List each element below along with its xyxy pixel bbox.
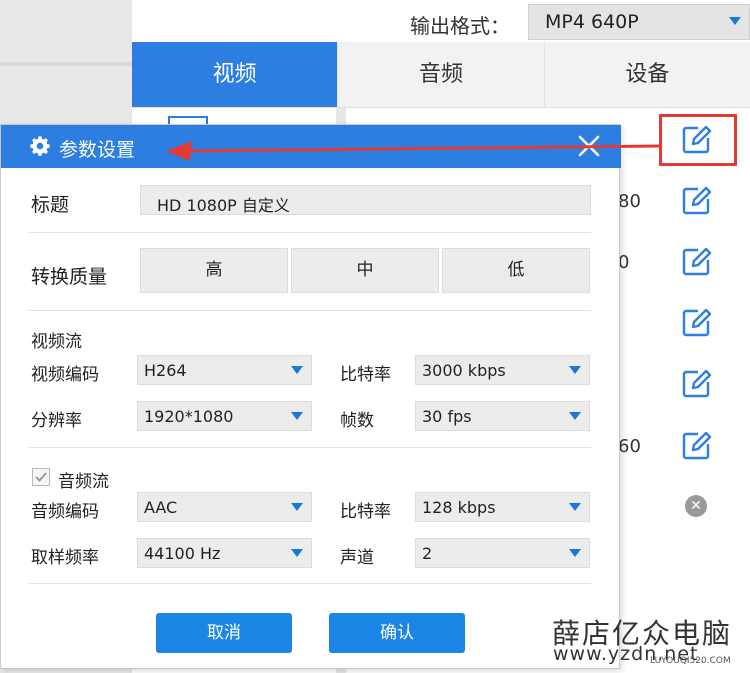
divider <box>29 447 591 448</box>
title-input-value: HD 1080P 自定义 <box>157 196 290 215</box>
channels-select[interactable]: 2 <box>415 538 590 568</box>
fps-select[interactable]: 30 fps <box>415 401 590 431</box>
channels-value: 2 <box>422 544 433 563</box>
edit-icon <box>682 431 712 460</box>
video-codec-value: H264 <box>144 361 187 380</box>
audio-bitrate-label: 比特率 <box>340 502 391 522</box>
audio-bitrate-select[interactable]: 128 kbps <box>415 492 590 522</box>
dropdown-arrow-icon <box>569 412 581 420</box>
quality-label: 转换质量 <box>31 266 108 288</box>
output-format-select[interactable]: MP4 640P <box>528 4 750 40</box>
dialog-title: 参数设置 <box>59 139 136 161</box>
video-bitrate-value: 3000 kbps <box>422 361 506 380</box>
dropdown-arrow-icon <box>729 17 741 25</box>
audio-stream-heading: 音频流 <box>58 472 109 492</box>
channels-label: 声道 <box>340 548 374 568</box>
tab-video[interactable]: 视频 <box>132 42 338 107</box>
edit-preset-button[interactable] <box>680 307 712 339</box>
confirm-button[interactable]: 确认 <box>329 613 465 653</box>
title-input[interactable]: HD 1080P 自定义 <box>140 185 591 215</box>
check-icon <box>35 472 47 482</box>
edit-icon <box>682 308 712 337</box>
output-format-label: 输出格式： <box>410 14 510 38</box>
watermark-small: LUYOUQI520.COM <box>650 656 731 666</box>
quality-high-button[interactable]: 高 <box>140 248 288 293</box>
audio-codec-value: AAC <box>144 498 178 517</box>
sample-rate-value: 44100 Hz <box>144 544 221 563</box>
remove-preset-button[interactable]: ✕ <box>685 495 707 517</box>
edit-preset-button[interactable] <box>680 246 712 278</box>
tab-audio[interactable]: 音频 <box>337 42 543 107</box>
edit-preset-button[interactable] <box>680 368 712 400</box>
dropdown-arrow-icon <box>291 412 303 420</box>
video-codec-label: 视频编码 <box>31 365 99 385</box>
edit-preset-button[interactable] <box>680 185 712 217</box>
video-stream-heading: 视频流 <box>31 332 82 352</box>
output-format-value: MP4 640P <box>545 11 639 33</box>
gear-icon <box>30 136 50 156</box>
title-label: 标题 <box>31 194 70 216</box>
annotation-arrow <box>166 141 662 161</box>
audio-stream-checkbox[interactable] <box>32 468 50 486</box>
divider <box>29 310 591 311</box>
dropdown-arrow-icon <box>569 549 581 557</box>
category-tabs: 视频 音频 设备 <box>132 42 750 108</box>
sample-rate-label: 取样频率 <box>31 548 99 568</box>
dropdown-arrow-icon <box>291 366 303 374</box>
edit-icon <box>682 247 712 276</box>
dropdown-arrow-icon <box>291 503 303 511</box>
quality-low-button[interactable]: 低 <box>442 248 590 293</box>
highlight-annotation-box <box>659 114 737 166</box>
remove-icon: ✕ <box>690 498 702 514</box>
dropdown-arrow-icon <box>569 366 581 374</box>
edit-icon <box>682 186 712 215</box>
video-bitrate-label: 比特率 <box>340 365 391 385</box>
audio-codec-label: 音频编码 <box>31 502 99 522</box>
sample-rate-select[interactable]: 44100 Hz <box>137 538 312 568</box>
divider <box>29 583 591 584</box>
cancel-button[interactable]: 取消 <box>156 613 292 653</box>
resolution-label: 分辨率 <box>31 411 82 431</box>
video-codec-select[interactable]: H264 <box>137 355 312 385</box>
divider <box>29 232 591 233</box>
dropdown-arrow-icon <box>569 503 581 511</box>
resolution-value: 1920*1080 <box>144 407 234 426</box>
edit-icon <box>682 369 712 398</box>
edit-preset-button[interactable] <box>680 430 712 462</box>
dropdown-arrow-icon <box>291 549 303 557</box>
settings-dialog: 参数设置 标题 HD 1080P 自定义 转换质量 高 中 低 视频流 视频编码… <box>0 124 621 669</box>
video-bitrate-select[interactable]: 3000 kbps <box>415 355 590 385</box>
preset-row-text: 80 <box>618 191 641 212</box>
audio-bitrate-value: 128 kbps <box>422 498 496 517</box>
background-left-divider <box>0 62 132 66</box>
resolution-select[interactable]: 1920*1080 <box>137 401 312 431</box>
preset-row-text: 60 <box>618 436 641 457</box>
fps-value: 30 fps <box>422 407 472 426</box>
audio-codec-select[interactable]: AAC <box>137 492 312 522</box>
tab-device[interactable]: 设备 <box>543 42 750 107</box>
quality-medium-button[interactable]: 中 <box>291 248 439 293</box>
fps-label: 帧数 <box>340 411 374 431</box>
